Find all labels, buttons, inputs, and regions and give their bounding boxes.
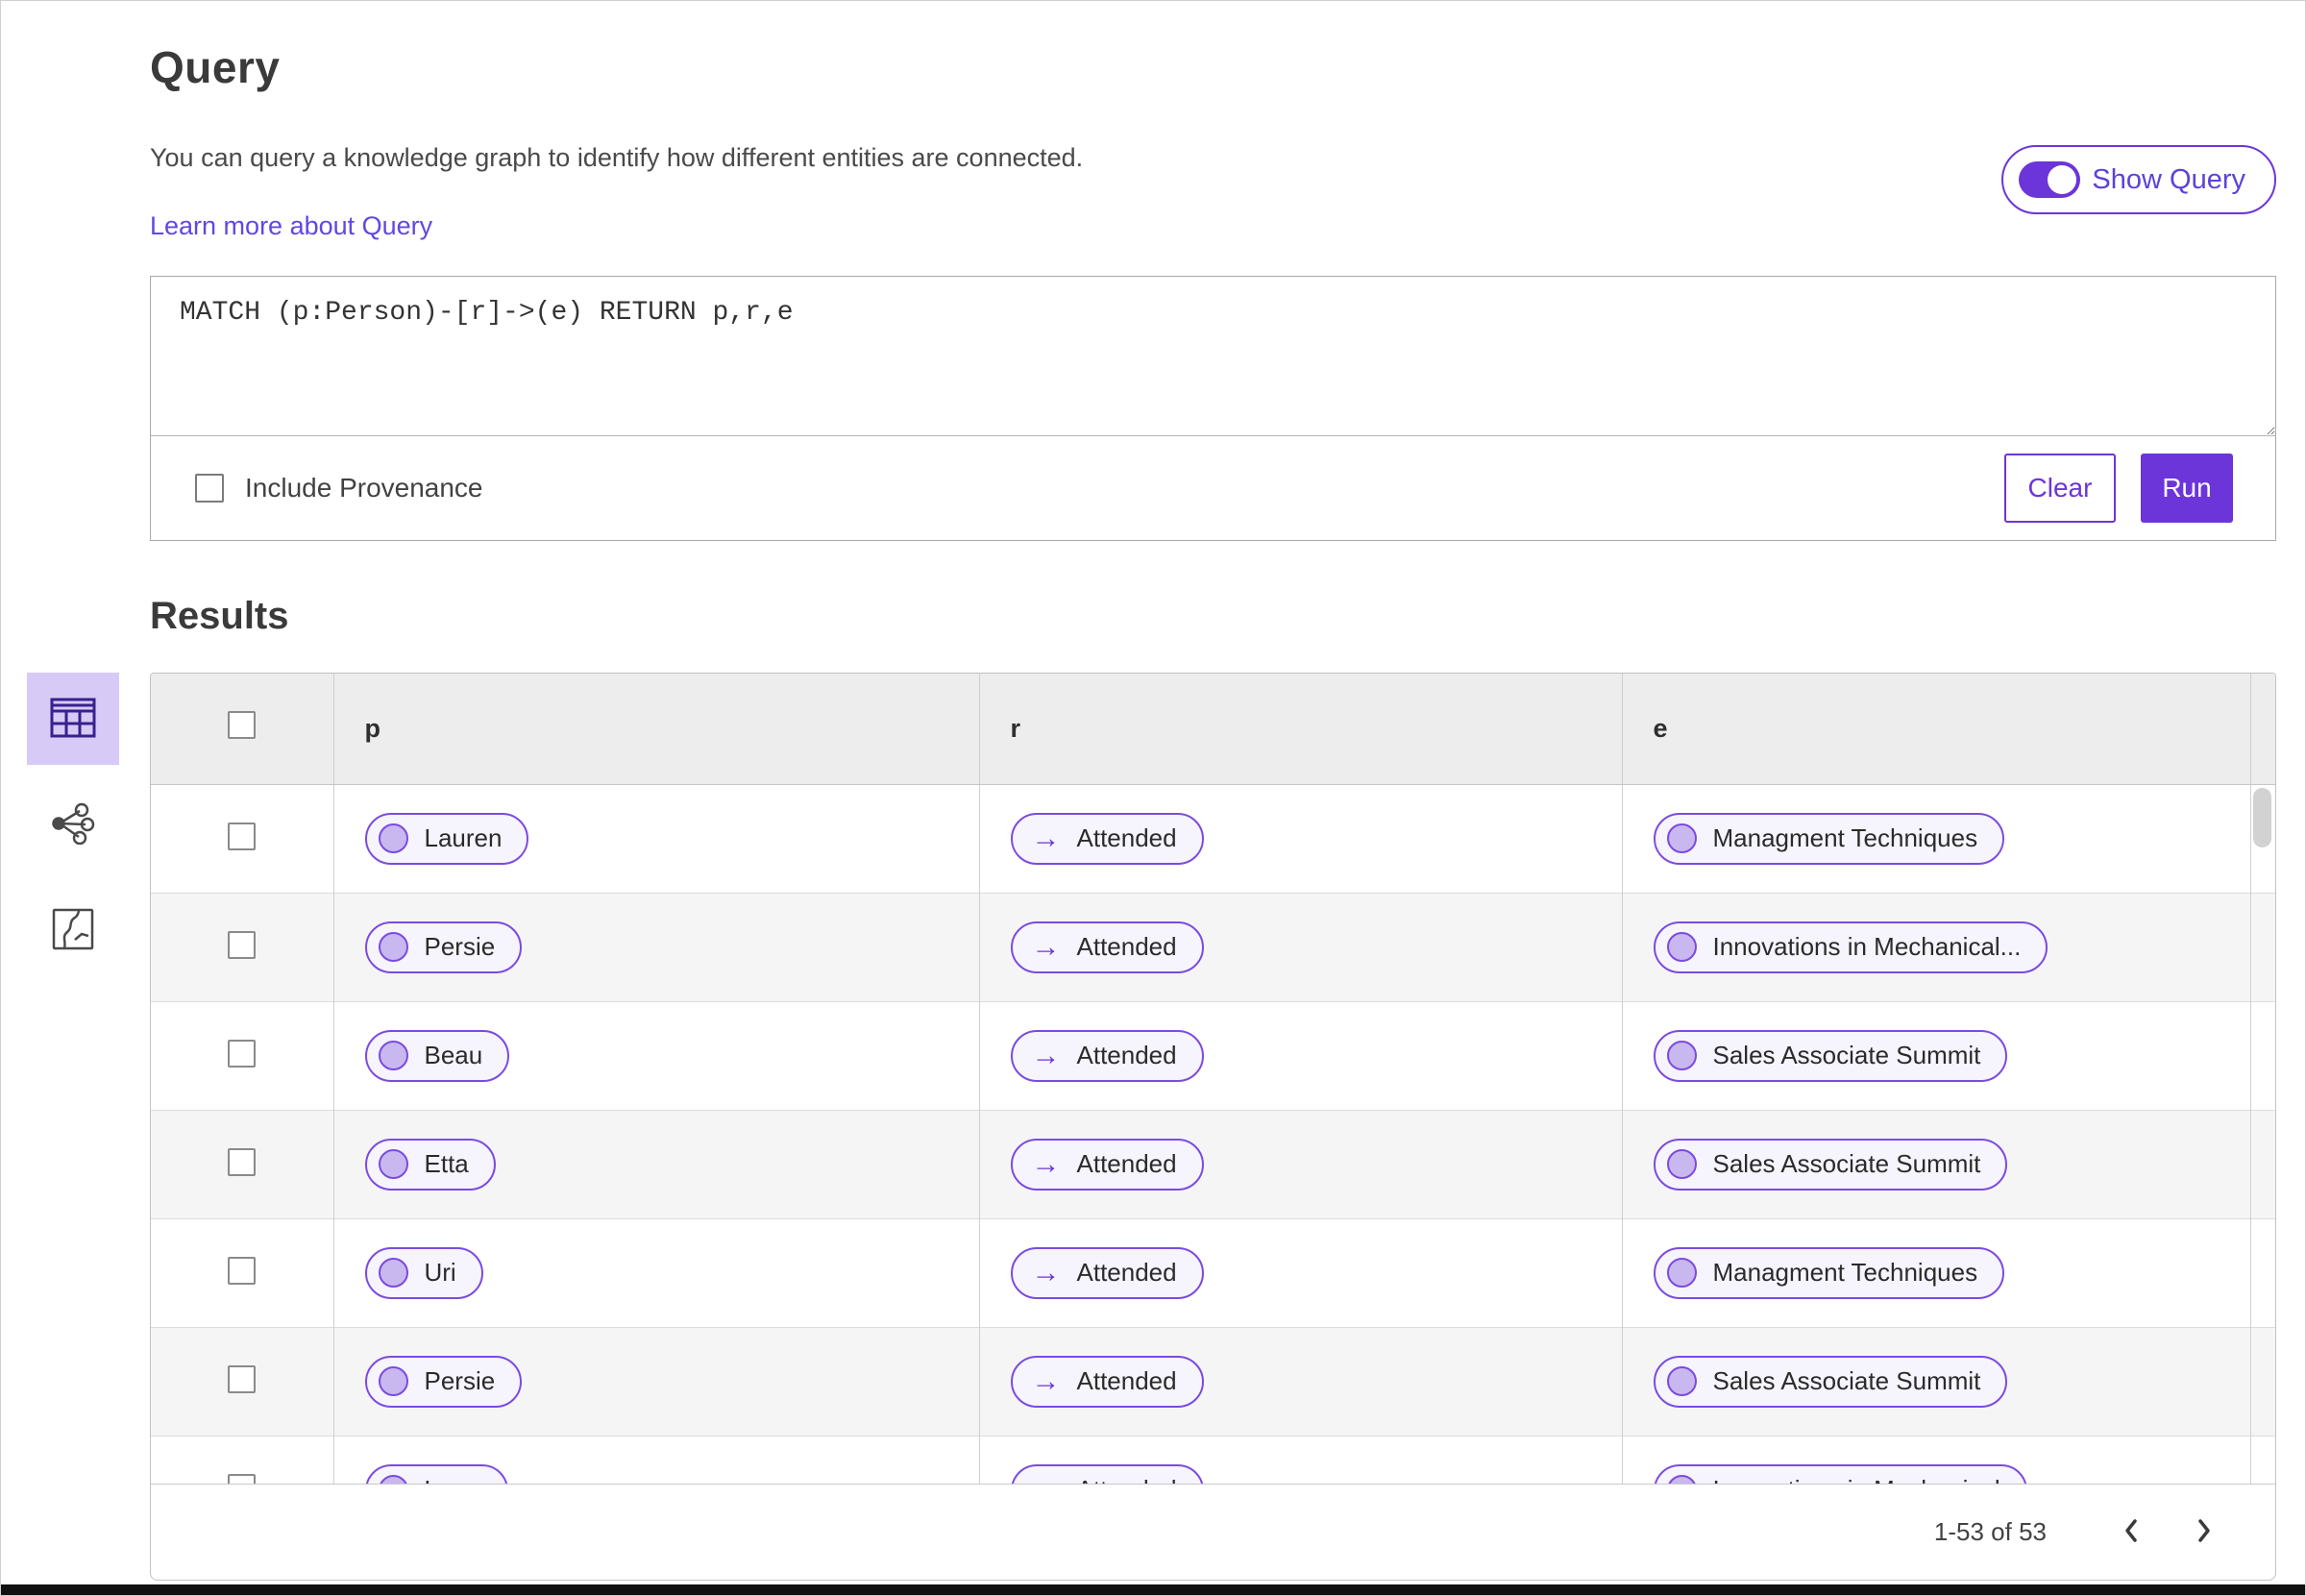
arrow-right-icon: → [1031,1256,1061,1289]
relationship-pill[interactable]: → Attended [1010,1246,1204,1299]
relationship-pill[interactable]: → Attended [1010,921,1204,973]
show-query-toggle[interactable]: Show Query [2001,145,2276,214]
row-checkbox[interactable] [228,1364,257,1393]
window-bottom-edge [1,1584,2305,1595]
entity-pill[interactable]: Sales Associate Summit [1653,1029,2008,1082]
column-header-p: p [333,674,980,785]
entity-pill[interactable]: Beau [364,1029,510,1082]
relationship-pill[interactable]: → Attended [1010,1029,1204,1082]
arrow-right-icon: → [1031,822,1061,854]
clear-button[interactable]: Clear [2004,454,2116,523]
include-provenance-label: Include Provenance [245,473,483,503]
query-actions-bar: Include Provenance Clear Run [151,436,2275,540]
page-description: You can query a knowledge graph to ident… [150,143,1084,172]
node-icon [1666,823,1697,853]
results-panel: p r e Lauren → Attended Managment Techni… [150,673,2276,1581]
arrow-right-icon: → [1031,1039,1061,1071]
table-row: Etta → Attended Sales Associate Summit [151,1110,2275,1218]
table-view-icon [50,698,96,741]
page-title: Query [150,42,281,92]
arrow-right-icon: → [1031,1147,1061,1180]
node-icon [378,1258,408,1288]
toggle-knob [2048,165,2077,194]
table-row: Persie → Attended [151,893,2275,1001]
table-row: Persie → Attended [151,1327,2275,1436]
table-row: Uri → Attended Managment Techniques [151,1218,2275,1327]
graph-view-button[interactable] [27,778,119,871]
node-icon [1666,1366,1697,1396]
chevron-left-icon [2122,1517,2140,1547]
row-checkbox[interactable] [228,822,257,850]
query-page: Query You can query a knowledge graph to… [0,0,2306,1596]
entity-pill[interactable]: Innovations in Mechanical... [1653,921,2048,973]
vertical-scrollbar[interactable] [2253,788,2271,847]
entity-pill[interactable]: Sales Associate Summit [1653,1138,2008,1191]
entity-pill[interactable]: Persie [364,1355,523,1408]
node-icon [378,823,408,853]
view-switcher [27,673,119,976]
node-icon [378,1366,408,1396]
results-table: p r e Lauren → Attended Managment Techni… [151,674,2275,1486]
results-title: Results [150,595,289,637]
entity-pill[interactable]: Etta [364,1138,496,1191]
arrow-right-icon: → [1031,1364,1061,1397]
node-icon [378,932,408,962]
run-button[interactable]: Run [2141,454,2233,523]
relationship-pill[interactable]: → Attended [1010,1355,1204,1408]
entity-pill[interactable]: Uri [364,1246,483,1299]
map-view-button[interactable] [27,884,119,976]
include-provenance-checkbox[interactable]: Include Provenance [195,473,483,503]
map-view-icon [52,908,94,953]
relationship-pill[interactable]: → Attended [1010,812,1204,865]
row-checkbox[interactable] [228,930,257,959]
results-area: p r e Lauren → Attended Managment Techni… [27,673,2276,1581]
relationship-pill[interactable]: → Attended [1010,1463,1204,1486]
node-icon [378,1041,408,1070]
next-page-button[interactable] [2177,1506,2231,1559]
entity-pill[interactable]: Sales Associate Summit [1653,1355,2008,1408]
toggle-on-icon[interactable] [2019,161,2081,198]
row-checkbox[interactable] [228,1039,257,1068]
table-view-button[interactable] [27,673,119,765]
relationship-pill[interactable]: → Attended [1010,1138,1204,1191]
entity-pill[interactable]: Managment Techniques [1653,812,2005,865]
entity-pill[interactable]: Lauren [364,812,529,865]
arrow-right-icon: → [1031,930,1061,963]
query-editor[interactable]: MATCH (p:Person)-[r]->(e) RETURN p,r,e [151,277,2275,436]
entity-pill[interactable]: Innovations in Mechanical [1653,1463,2027,1486]
previous-page-button[interactable] [2104,1506,2158,1559]
checkbox-icon[interactable] [195,474,224,503]
row-checkbox[interactable] [228,1147,257,1176]
entity-pill[interactable]: Larry [364,1463,508,1486]
entity-pill[interactable]: Managment Techniques [1653,1246,2005,1299]
table-row: Larry → Attended [151,1436,2275,1486]
learn-more-link[interactable]: Learn more about Query [150,211,432,241]
pagination-bar: 1-53 of 53 [151,1484,2275,1580]
entity-pill[interactable]: Persie [364,921,523,973]
table-row: Lauren → Attended Managment Techniques [151,784,2275,893]
results-table-viewport: p r e Lauren → Attended Managment Techni… [151,674,2275,1486]
node-icon [1666,1149,1697,1179]
node-icon [1666,1258,1697,1288]
node-icon [1666,932,1697,962]
graph-view-icon [51,802,95,847]
pagination-range: 1-53 of 53 [1933,1517,2047,1546]
query-panel: MATCH (p:Person)-[r]->(e) RETURN p,r,e I… [150,276,2276,541]
select-all-checkbox[interactable] [228,711,257,740]
node-icon [378,1149,408,1179]
node-icon [1666,1041,1697,1070]
table-row: Beau → Attended Sales Associate Summit [151,1001,2275,1110]
chevron-right-icon [2196,1517,2213,1547]
column-header-r: r [979,674,1623,785]
row-checkbox[interactable] [228,1256,257,1285]
column-header-e: e [1622,674,2251,785]
table-header-row: p r e [151,674,2275,785]
show-query-label: Show Query [2092,163,2245,195]
